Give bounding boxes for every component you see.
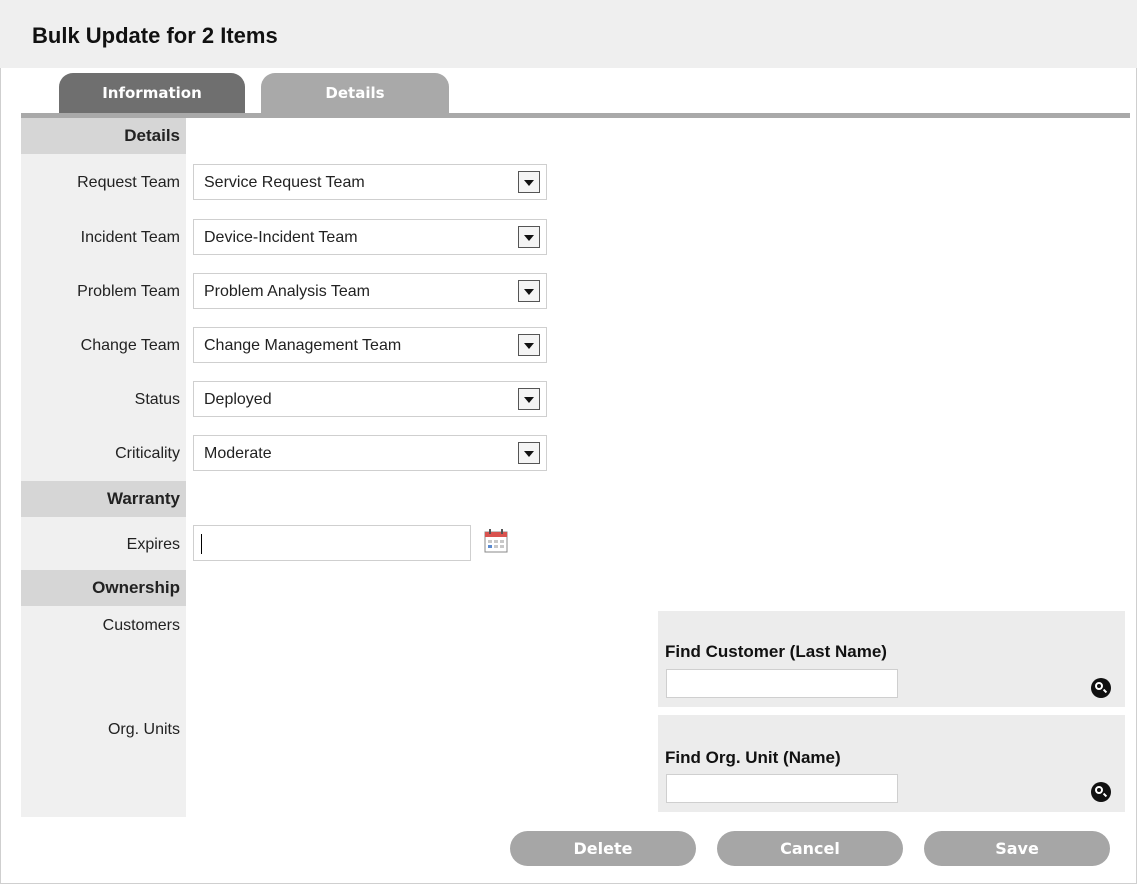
change-team-label: Change Team [80, 337, 180, 354]
incident-team-select[interactable]: Device-Incident Team [193, 219, 547, 255]
dropdown-arrow-icon[interactable] [518, 442, 540, 464]
incident-team-label: Incident Team [80, 229, 180, 246]
section-header-warranty: Warranty [21, 481, 186, 517]
save-button[interactable]: Save [924, 831, 1110, 866]
dropdown-arrow-icon[interactable] [518, 171, 540, 193]
request-team-label: Request Team [77, 174, 180, 191]
search-org-unit-icon[interactable] [1091, 782, 1111, 802]
request-team-value: Service Request Team [204, 174, 365, 191]
page-title: Bulk Update for 2 Items [32, 23, 278, 48]
find-customer-input[interactable] [666, 669, 898, 698]
tab-underline [21, 113, 1130, 118]
section-header-ownership: Ownership [21, 570, 186, 606]
title-bar: Bulk Update for 2 Items [0, 0, 1137, 68]
status-label: Status [134, 391, 180, 408]
tab-details[interactable]: Details [261, 73, 449, 113]
section-header-details: Details [21, 118, 186, 154]
delete-button[interactable]: Delete [510, 831, 696, 866]
org-units-label: Org. Units [107, 721, 180, 738]
customers-label: Customers [102, 617, 180, 634]
problem-team-value: Problem Analysis Team [204, 283, 370, 300]
find-org-unit-input[interactable] [666, 774, 898, 803]
change-team-value: Change Management Team [204, 337, 402, 354]
problem-team-select[interactable]: Problem Analysis Team [193, 273, 547, 309]
search-customer-icon[interactable] [1091, 678, 1111, 698]
dropdown-arrow-icon[interactable] [518, 334, 540, 356]
label-column [21, 118, 186, 817]
problem-team-label: Problem Team [77, 283, 180, 300]
status-value: Deployed [204, 391, 272, 408]
criticality-select[interactable]: Moderate [193, 435, 547, 471]
dropdown-arrow-icon[interactable] [518, 388, 540, 410]
cancel-button[interactable]: Cancel [717, 831, 903, 866]
find-org-unit-label: Find Org. Unit (Name) [665, 748, 841, 767]
criticality-value: Moderate [204, 445, 272, 462]
dropdown-arrow-icon[interactable] [518, 226, 540, 248]
status-select[interactable]: Deployed [193, 381, 547, 417]
calendar-icon[interactable] [484, 529, 508, 553]
incident-team-value: Device-Incident Team [204, 229, 358, 246]
criticality-label: Criticality [115, 445, 180, 462]
text-caret [201, 534, 202, 554]
find-customer-label: Find Customer (Last Name) [665, 642, 887, 661]
tab-information[interactable]: Information [59, 73, 245, 113]
change-team-select[interactable]: Change Management Team [193, 327, 547, 363]
request-team-select[interactable]: Service Request Team [193, 164, 547, 200]
dropdown-arrow-icon[interactable] [518, 280, 540, 302]
expires-label: Expires [126, 536, 180, 553]
expires-date-input[interactable] [193, 525, 471, 561]
